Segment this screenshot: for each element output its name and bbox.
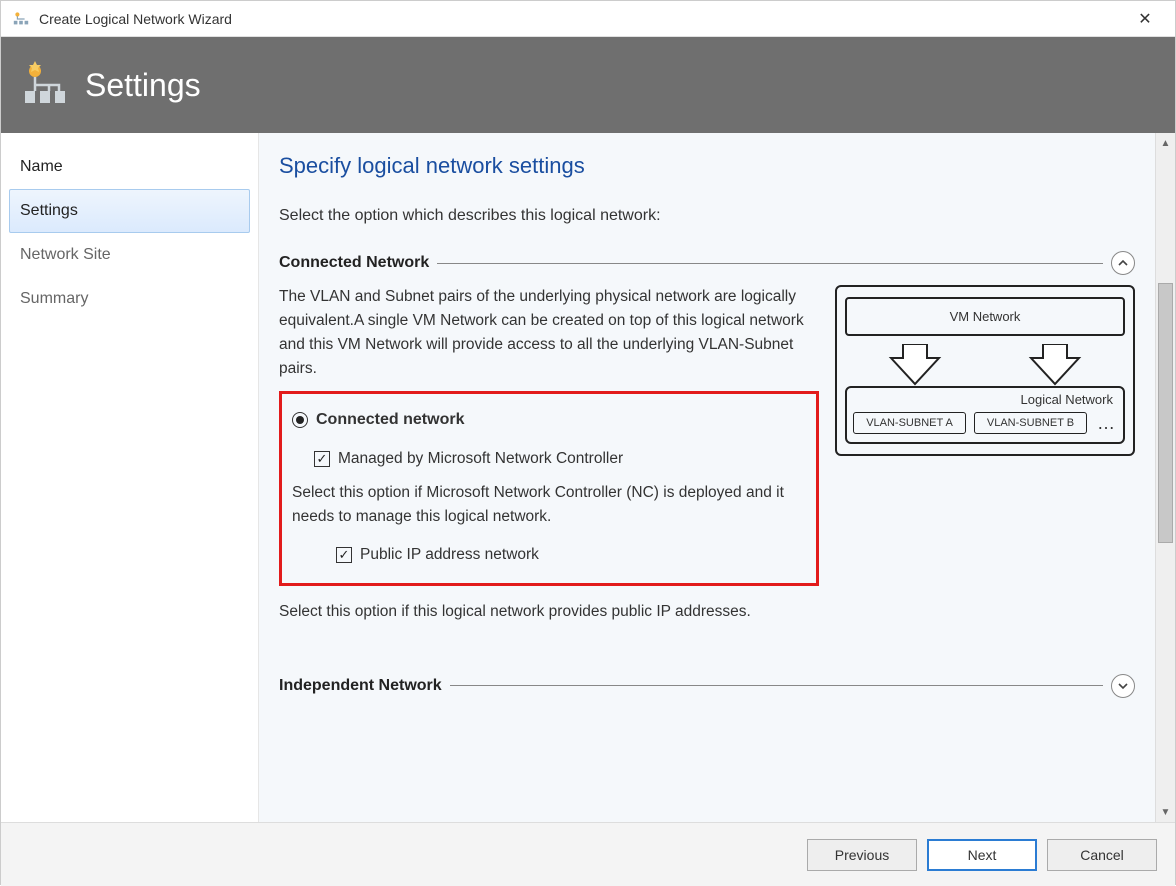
managed-by-nc-checkbox-row[interactable]: ✓ Managed by Microsoft Network Controlle… [314,447,806,471]
expand-independent-button[interactable] [1111,674,1135,698]
scroll-track[interactable] [1156,153,1175,802]
header-title: Settings [85,67,201,104]
arrow-down-icon [885,344,945,386]
connected-network-radio[interactable] [292,412,308,428]
section-independent-title: Independent Network [279,677,442,695]
scroll-up-button[interactable]: ▲ [1156,133,1175,153]
cancel-button[interactable]: Cancel [1047,839,1157,871]
managed-by-nc-checkbox[interactable]: ✓ [314,451,330,467]
sidebar-item-summary[interactable]: Summary [9,277,250,321]
close-button[interactable]: ✕ [1125,9,1165,29]
section-connected-text: The VLAN and Subnet pairs of the underly… [279,285,819,638]
public-ip-checkbox[interactable]: ✓ [336,547,352,563]
diagram-column: VM Network Logical Network [835,285,1135,638]
scroll-thumb[interactable] [1158,283,1173,543]
connected-network-radio-label: Connected network [316,408,464,433]
highlight-box: Connected network ✓ Managed by Microsoft… [279,391,819,586]
network-diagram: VM Network Logical Network [835,285,1135,456]
vertical-scrollbar[interactable]: ▲ ▼ [1155,133,1175,822]
section-connected-title: Connected Network [279,254,429,272]
next-button[interactable]: Next [927,839,1037,871]
section-rule [450,685,1103,686]
connected-network-radio-row[interactable]: Connected network [292,408,806,433]
diagram-logical-box: Logical Network VLAN-SUBNET A VLAN-SUBNE… [845,386,1125,444]
section-rule [437,263,1103,264]
header-icon [21,61,69,109]
page-heading: Specify logical network settings [279,153,1135,179]
section-connected-description: The VLAN and Subnet pairs of the underly… [279,285,819,381]
section-independent-header: Independent Network [279,674,1135,698]
previous-button[interactable]: Previous [807,839,917,871]
diagram-arrows [845,344,1125,386]
instruction-text: Select the option which describes this l… [279,207,1135,225]
diagram-vlan-a: VLAN-SUBNET A [853,412,966,434]
content-area: Specify logical network settings Select … [259,133,1175,822]
header-banner: Settings [1,37,1175,133]
arrow-down-icon [1025,344,1085,386]
footer: Previous Next Cancel [1,822,1175,886]
collapse-connected-button[interactable] [1111,251,1135,275]
managed-by-nc-label: Managed by Microsoft Network Controller [338,447,623,471]
public-ip-checkbox-row[interactable]: ✓ Public IP address network [336,543,806,567]
diagram-vlan-row: VLAN-SUBNET A VLAN-SUBNET B … [853,412,1117,434]
sidebar-item-name[interactable]: Name [9,145,250,189]
section-connected-header: Connected Network [279,251,1135,275]
window-title: Create Logical Network Wizard [39,11,1125,27]
scroll-down-button[interactable]: ▼ [1156,802,1175,822]
section-connected-body: The VLAN and Subnet pairs of the underly… [279,285,1135,638]
sidebar-item-settings[interactable]: Settings [9,189,250,233]
body: Name Settings Network Site Summary Speci… [1,133,1175,822]
diagram-ellipsis: … [1095,413,1117,434]
diagram-vmnet-box: VM Network [845,297,1125,336]
public-ip-description: Select this option if this logical netwo… [279,600,819,624]
sidebar: Name Settings Network Site Summary [1,133,259,822]
public-ip-label: Public IP address network [360,543,539,567]
content: Specify logical network settings Select … [259,133,1155,822]
diagram-logical-label: Logical Network [1021,392,1114,407]
managed-by-nc-description: Select this option if Microsoft Network … [292,481,806,529]
app-icon [11,9,31,29]
diagram-vlan-b: VLAN-SUBNET B [974,412,1087,434]
sidebar-item-network-site[interactable]: Network Site [9,233,250,277]
titlebar: Create Logical Network Wizard ✕ [1,1,1175,37]
